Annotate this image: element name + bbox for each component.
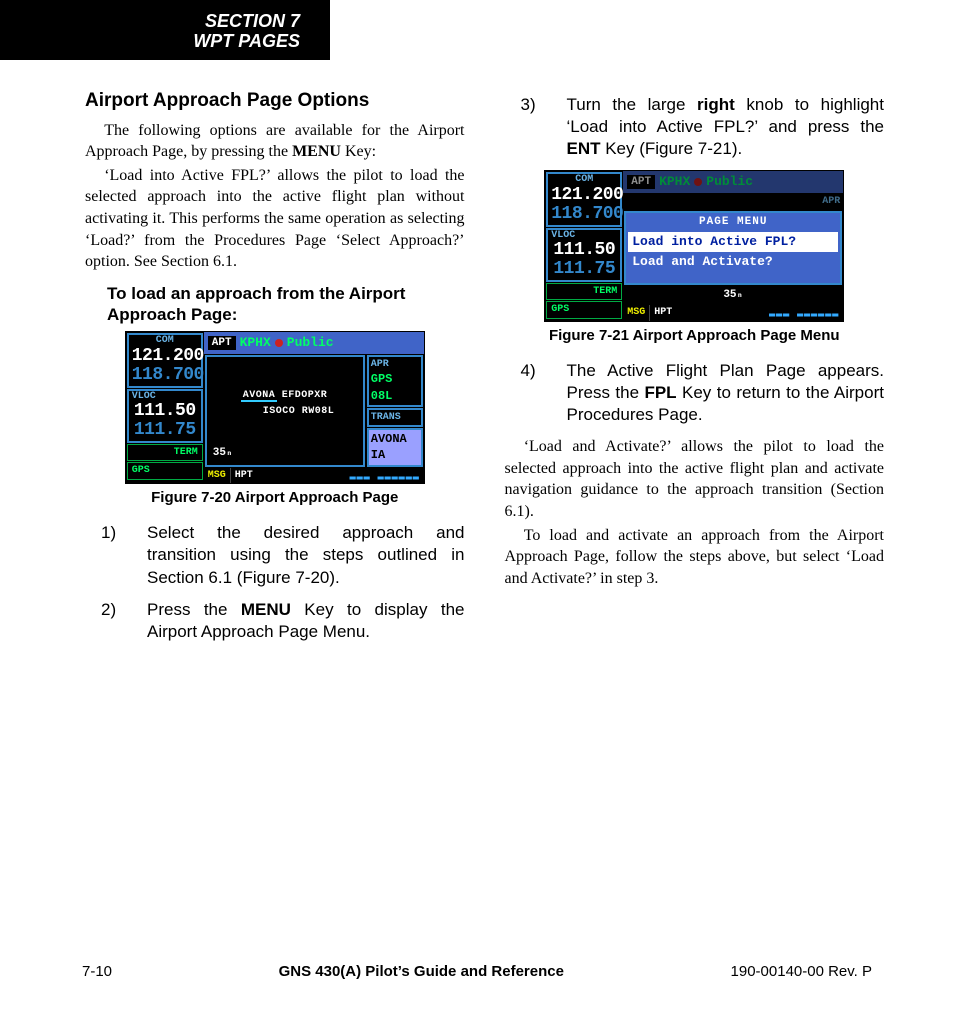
- vloc-standby-21: 111.75: [551, 260, 617, 279]
- map-waypoint-2: ISOCO RW08L: [263, 405, 335, 419]
- step-1-num: 1): [85, 522, 147, 588]
- step-4: 4) The Active Flight Plan Page appears. …: [505, 360, 885, 426]
- apt-code-21: KPHX: [659, 173, 690, 191]
- load-activate-note: To load and activate an approach from th…: [505, 525, 885, 590]
- hpt-indicator: HPT: [230, 468, 257, 484]
- section-tab: SECTION 7 WPT PAGES: [0, 0, 330, 60]
- map-course-line-icon: [241, 400, 277, 402]
- heading-approach-options: Airport Approach Page Options: [85, 88, 465, 114]
- com-box: COM 121.200 118.700: [127, 333, 203, 387]
- term-indicator: TERM: [127, 444, 203, 462]
- page-number: 7-10: [82, 963, 112, 980]
- trans-label-box: TRANS: [367, 408, 423, 428]
- step-2-body: Press the MENU Key to display the Airpor…: [147, 599, 465, 643]
- step-3: 3) Turn the large right knob to highligh…: [505, 94, 885, 160]
- com-standby-freq: 118.700: [132, 366, 198, 385]
- apt-code: KPHX: [240, 334, 271, 352]
- step-3-num: 3): [505, 94, 567, 160]
- msg-indicator: MSG: [204, 468, 230, 484]
- vloc-standby-freq: 111.75: [132, 421, 198, 440]
- gps-indicator: GPS: [127, 462, 203, 480]
- msg-indicator-21: MSG: [623, 305, 649, 321]
- menu-item-load-fpl[interactable]: Load into Active FPL?: [628, 232, 838, 252]
- map-area: AVONA EFDOPXR ISOCO RW08L 35ₙ: [205, 355, 365, 467]
- menu-key-label-2: MENU: [241, 600, 291, 619]
- term-indicator-21: TERM: [546, 283, 622, 301]
- page-bars-icon-21: ▂▂▂ ▂▂▂▂▂▂: [676, 305, 843, 321]
- section-number: SECTION 7: [0, 12, 300, 32]
- fpl-key-label: FPL: [644, 383, 676, 402]
- step-1: 1) Select the desired approach and trans…: [85, 522, 465, 588]
- gps-screen-7-20: COM 121.200 118.700 VLOC 111.50 111.75 T…: [125, 331, 425, 484]
- content-columns: Airport Approach Page Options The follow…: [85, 88, 884, 653]
- step-4-body: The Active Flight Plan Page appears. Pre…: [567, 360, 885, 426]
- trans-value: AVONA IA: [371, 431, 419, 463]
- page-menu: PAGE MENU Load into Active FPL? Load and…: [624, 211, 842, 285]
- footer-doc-id: 190-00140-00 Rev. P: [731, 963, 872, 980]
- apt-dot-icon-21: [694, 178, 702, 186]
- intro-text-c: Key:: [341, 143, 376, 160]
- section-title: WPT PAGES: [0, 32, 300, 52]
- page-bars-icon: ▂▂▂ ▂▂▂▂▂▂: [257, 468, 424, 484]
- apr-label-21: APR: [624, 194, 842, 210]
- intro-paragraph: The following options are available for …: [85, 120, 465, 163]
- trans-value-box: AVONA IA: [367, 428, 423, 466]
- figure-7-21: COM 121.200 118.700 VLOC 111.50 111.75 T…: [505, 170, 885, 321]
- hpt-indicator-21: HPT: [649, 305, 676, 321]
- apr-box: APR GPS 08L: [367, 355, 423, 407]
- gps-indicator-21: GPS: [546, 301, 622, 319]
- instruction-heading: To load an approach from the Airport App…: [107, 283, 465, 326]
- left-column: Airport Approach Page Options The follow…: [85, 88, 465, 653]
- page-footer: 7-10 GNS 430(A) Pilot’s Guide and Refere…: [82, 963, 872, 980]
- vloc-active-freq: 111.50: [132, 402, 198, 421]
- load-fpl-paragraph: ‘Load into Active FPL?’ allows the pilot…: [85, 165, 465, 273]
- apr-val1: GPS: [371, 371, 419, 387]
- step-4-num: 4): [505, 360, 567, 426]
- vloc-box-21: VLOC 111.50 111.75: [546, 228, 622, 282]
- step-2: 2) Press the MENU Key to display the Air…: [85, 599, 465, 643]
- load-activate-paragraph: ‘Load and Activate?’ allows the pilot to…: [505, 436, 885, 522]
- gps-bottom-bar: MSG HPT ▂▂▂ ▂▂▂▂▂▂: [204, 468, 424, 484]
- footer-title: GNS 430(A) Pilot’s Guide and Reference: [279, 963, 564, 980]
- side-boxes: APR GPS 08L TRANS AVONA IA: [366, 354, 424, 468]
- com-active-21: 121.200: [551, 186, 617, 205]
- apt-bar-21: APT KPHX Public: [623, 171, 843, 193]
- apt-tag: APT: [208, 336, 236, 351]
- apt-public: Public: [287, 334, 334, 352]
- intro-text-a: The following options are available for …: [85, 122, 465, 161]
- apt-public-21: Public: [706, 173, 753, 191]
- gps-screen-7-21: COM 121.200 118.700 VLOC 111.50 111.75 T…: [544, 170, 844, 321]
- apt-tag-21: APT: [627, 175, 655, 190]
- right-knob-label: right: [697, 95, 735, 114]
- menu-key-label: MENU: [292, 143, 341, 160]
- vloc-active-21: 111.50: [551, 241, 617, 260]
- figure-7-20-caption: Figure 7-20 Airport Approach Page: [85, 488, 465, 508]
- step-3-body: Turn the large right knob to highlight ‘…: [567, 94, 885, 160]
- com-standby-21: 118.700: [551, 205, 617, 224]
- apr-label: APR: [371, 358, 419, 372]
- gps-bottom-bar-21: MSG HPT ▂▂▂ ▂▂▂▂▂▂: [623, 305, 843, 321]
- figure-7-20: COM 121.200 118.700 VLOC 111.50 111.75 T…: [85, 331, 465, 484]
- page: SECTION 7 WPT PAGES Airport Approach Pag…: [0, 0, 954, 1014]
- ent-key-label: ENT: [567, 139, 601, 158]
- apt-bar: APT KPHX Public: [204, 332, 424, 354]
- map-scale: 35ₙ: [213, 446, 233, 461]
- com-active-freq: 121.200: [132, 347, 198, 366]
- figure-7-21-caption: Figure 7-21 Airport Approach Page Menu: [505, 326, 885, 346]
- menu-item-load-activate[interactable]: Load and Activate?: [628, 252, 838, 272]
- menu-under-scale: 35ₙ: [623, 286, 843, 305]
- page-menu-title: PAGE MENU: [628, 215, 838, 230]
- step-1-body: Select the desired approach and transiti…: [147, 522, 465, 588]
- trans-label: TRANS: [371, 411, 419, 425]
- apr-val2: 08L: [371, 388, 419, 404]
- com-box-21: COM 121.200 118.700: [546, 172, 622, 226]
- vloc-box: VLOC 111.50 111.75: [127, 389, 203, 443]
- apt-dot-icon: [275, 339, 283, 347]
- step-2-num: 2): [85, 599, 147, 643]
- right-column: 3) Turn the large right knob to highligh…: [505, 88, 885, 653]
